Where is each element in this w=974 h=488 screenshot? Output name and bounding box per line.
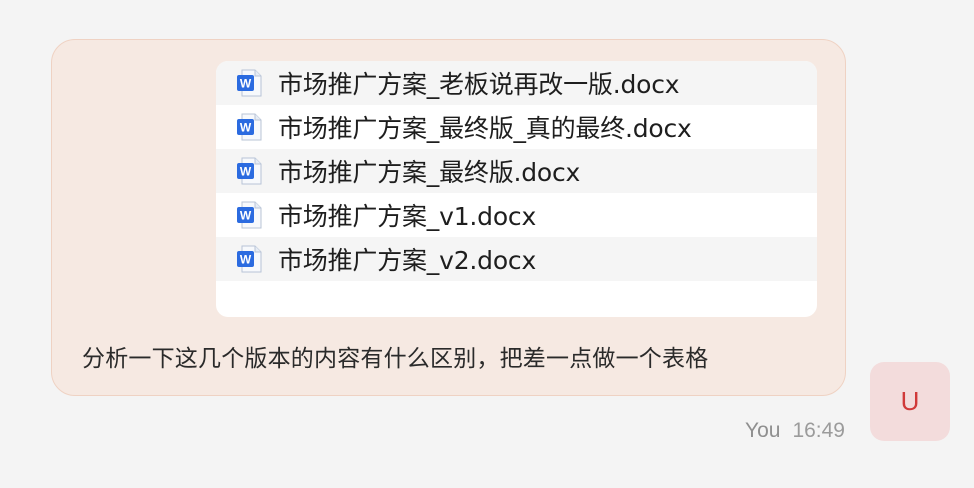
chat-area: W 市场推广方案_老板说再改一版.docx W 市场推广方案_最终版_真的最终.… (0, 0, 974, 488)
svg-text:W: W (240, 253, 252, 267)
message-meta: You 16:49 (745, 419, 845, 443)
attachment-item[interactable]: W 市场推广方案_老板说再改一版.docx (216, 61, 817, 105)
attachment-item[interactable]: W 市场推广方案_最终版.docx (216, 149, 817, 193)
attachment-item[interactable]: W 市场推广方案_最终版_真的最终.docx (216, 105, 817, 149)
word-doc-icon: W (237, 245, 262, 273)
message-text: 分析一下这几个版本的内容有什么区别，把差一点做一个表格 (82, 346, 709, 372)
word-doc-icon: W (237, 69, 262, 97)
word-doc-icon: W (237, 157, 262, 185)
attachment-filename: 市场推广方案_老板说再改一版.docx (278, 70, 680, 99)
message-timestamp: 16:49 (792, 419, 845, 442)
attachment-filename: 市场推广方案_v2.docx (278, 246, 537, 275)
attachment-filename: 市场推广方案_v1.docx (278, 202, 537, 231)
svg-text:W: W (240, 165, 252, 179)
attachment-item[interactable]: W 市场推广方案_v1.docx (216, 193, 817, 237)
word-doc-icon: W (237, 201, 262, 229)
attachment-list: W 市场推广方案_老板说再改一版.docx W 市场推广方案_最终版_真的最终.… (216, 61, 817, 317)
avatar[interactable]: U (870, 362, 950, 441)
svg-text:W: W (240, 77, 252, 91)
user-message-bubble: W 市场推广方案_老板说再改一版.docx W 市场推广方案_最终版_真的最终.… (51, 39, 846, 396)
svg-text:W: W (240, 209, 252, 223)
attachment-filename: 市场推广方案_最终版.docx (278, 158, 581, 187)
attachment-filename: 市场推广方案_最终版_真的最终.docx (278, 114, 692, 143)
avatar-initial: U (900, 386, 920, 416)
word-doc-icon: W (237, 113, 262, 141)
sender-name: You (745, 419, 781, 442)
svg-text:W: W (240, 121, 252, 135)
attachment-item[interactable]: W 市场推广方案_v2.docx (216, 237, 817, 281)
